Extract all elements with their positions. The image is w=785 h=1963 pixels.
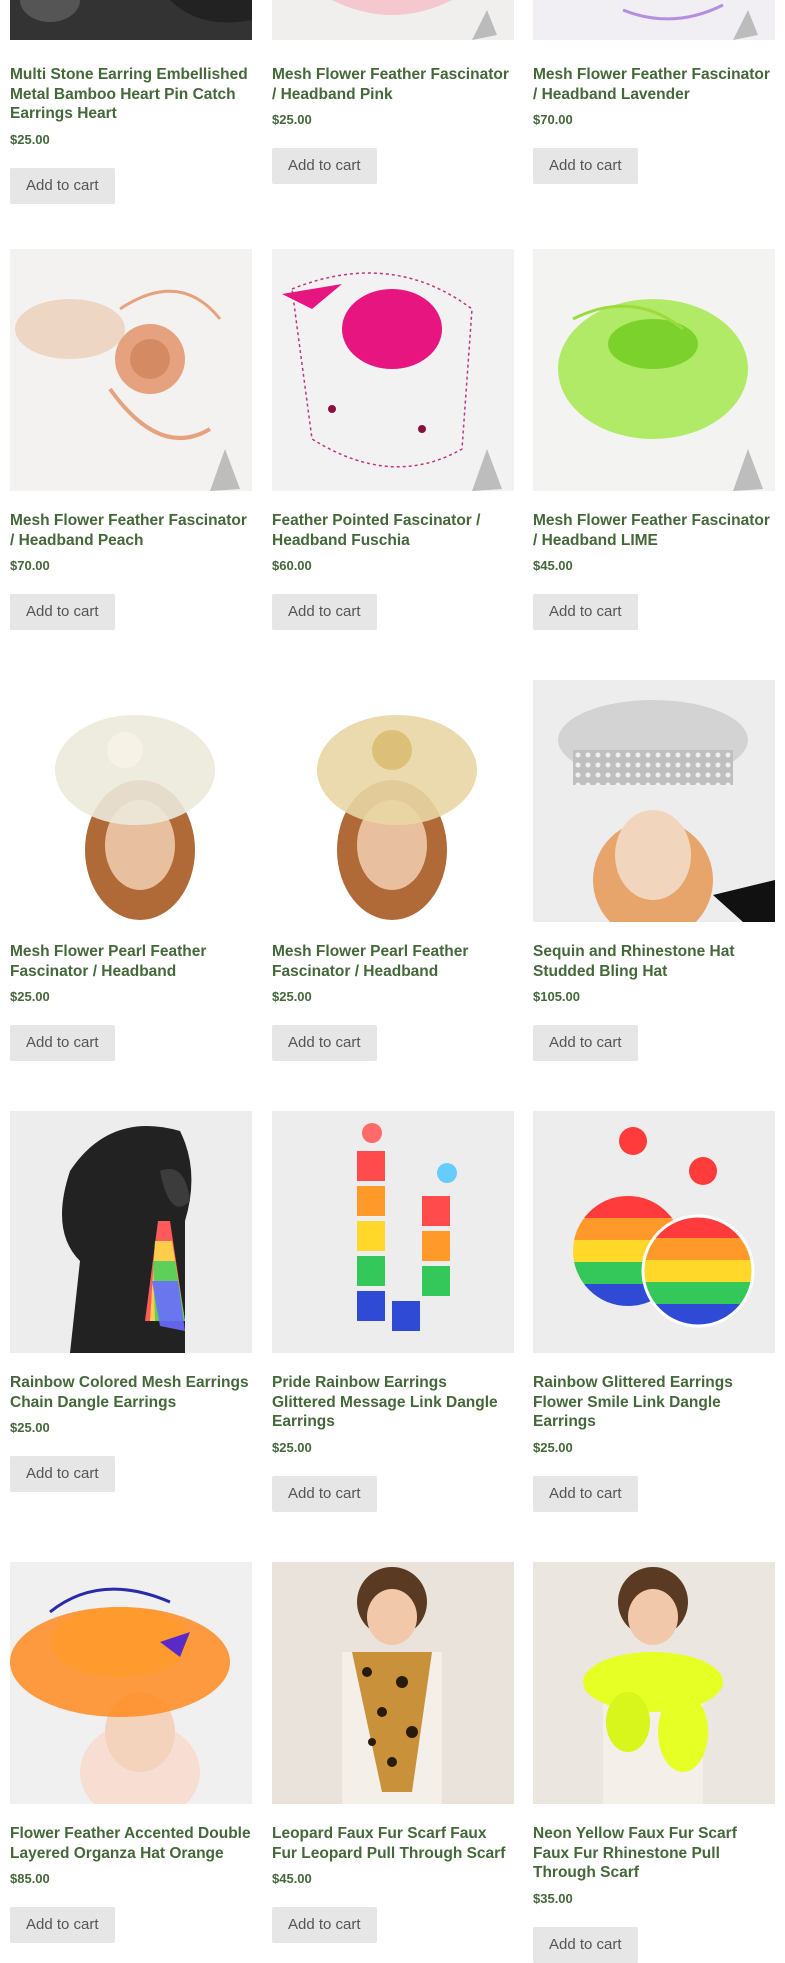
product-title[interactable]: Mesh Flower Feather Fascinator / Headban… <box>272 65 514 104</box>
product-image[interactable] <box>272 249 514 491</box>
product-image[interactable] <box>10 0 252 40</box>
product-title[interactable]: Mesh Flower Pearl Feather Fascinator / H… <box>272 942 514 981</box>
product-price: $85.00 <box>10 1871 50 1886</box>
product-card: Leopard Faux Fur Scarf Faux Fur Leopard … <box>272 1562 514 1943</box>
bust-image <box>10 0 252 40</box>
product-image[interactable] <box>272 680 514 922</box>
leopard-scarf-image <box>342 1567 442 1804</box>
product-image[interactable] <box>533 0 775 40</box>
product-card: Mesh Flower Feather Fascinator / Headban… <box>272 0 514 184</box>
product-card: Sequin and Rhinestone Hat Studded Bling … <box>533 680 775 1061</box>
product-title[interactable]: Leopard Faux Fur Scarf Faux Fur Leopard … <box>272 1824 514 1863</box>
product-card: Pride Rainbow Earrings Glittered Message… <box>272 1111 514 1512</box>
pride-earrings-image <box>357 1123 457 1331</box>
add-to-cart-button[interactable]: Add to cart <box>10 1025 115 1061</box>
product-price: $70.00 <box>10 558 50 573</box>
product-image[interactable] <box>533 680 775 922</box>
product-image[interactable] <box>272 1111 514 1353</box>
product-card: Mesh Flower Feather Fascinator / Headban… <box>10 249 252 630</box>
ivory-fascinator-image <box>55 715 215 920</box>
rainbow-smile-earrings-image <box>573 1127 755 1328</box>
add-to-cart-button[interactable]: Add to cart <box>10 1907 115 1943</box>
product-price: $25.00 <box>10 131 50 147</box>
rhinestone-hat-image <box>558 700 775 922</box>
product-image[interactable] <box>533 1562 775 1804</box>
product-title[interactable]: Sequin and Rhinestone Hat Studded Bling … <box>533 942 775 981</box>
product-price: $60.00 <box>272 558 312 573</box>
product-title[interactable]: Mesh Flower Pearl Feather Fascinator / H… <box>10 942 252 981</box>
add-to-cart-button[interactable]: Add to cart <box>10 1456 115 1492</box>
product-title[interactable]: Feather Pointed Fascinator / Headband Fu… <box>272 511 514 550</box>
product-card: Mesh Flower Pearl Feather Fascinator / H… <box>272 680 514 1061</box>
product-image[interactable] <box>533 1111 775 1353</box>
neon-yellow-scarf-image <box>583 1567 723 1804</box>
add-to-cart-button[interactable]: Add to cart <box>533 148 638 184</box>
add-to-cart-button[interactable]: Add to cart <box>272 1475 377 1512</box>
product-image[interactable] <box>533 249 775 491</box>
add-to-cart-button[interactable]: Add to cart <box>533 1025 638 1061</box>
product-title[interactable]: Neon Yellow Faux Fur Scarf Faux Fur Rhin… <box>533 1824 775 1883</box>
product-title[interactable]: Flower Feather Accented Double Layered O… <box>10 1824 252 1863</box>
product-price: $25.00 <box>10 1420 50 1435</box>
product-price: $45.00 <box>533 558 573 573</box>
add-to-cart-button[interactable]: Add to cart <box>10 594 115 630</box>
add-to-cart-button[interactable]: Add to cart <box>272 1025 377 1061</box>
product-card: Flower Feather Accented Double Layered O… <box>10 1562 252 1943</box>
add-to-cart-button[interactable]: Add to cart <box>272 594 377 630</box>
orange-organza-hat-image <box>10 1587 230 1804</box>
lime-fascinator-image <box>558 299 763 491</box>
add-to-cart-button[interactable]: Add to cart <box>533 1475 638 1512</box>
product-card: Mesh Flower Pearl Feather Fascinator / H… <box>10 680 252 1061</box>
product-image[interactable] <box>272 1562 514 1804</box>
product-image[interactable] <box>10 680 252 922</box>
pink-fascinator-image <box>272 0 514 40</box>
product-title[interactable]: Multi Stone Earring Embellished Metal Ba… <box>10 65 252 124</box>
product-price: $25.00 <box>533 1439 573 1455</box>
product-price: $45.00 <box>272 1871 312 1886</box>
product-title[interactable]: Mesh Flower Feather Fascinator / Headban… <box>533 65 775 104</box>
add-to-cart-button[interactable]: Add to cart <box>533 1926 638 1963</box>
product-title[interactable]: Pride Rainbow Earrings Glittered Message… <box>272 1373 514 1432</box>
product-title[interactable]: Mesh Flower Feather Fascinator / Headban… <box>533 511 775 550</box>
product-card: Rainbow Colored Mesh Earrings Chain Dang… <box>10 1111 252 1492</box>
product-title[interactable]: Mesh Flower Feather Fascinator / Headban… <box>10 511 252 550</box>
product-price: $25.00 <box>10 989 50 1004</box>
product-card: Multi Stone Earring Embellished Metal Ba… <box>10 0 252 204</box>
gold-fascinator-image <box>317 715 477 920</box>
product-image[interactable] <box>10 1562 252 1804</box>
product-card: Neon Yellow Faux Fur Scarf Faux Fur Rhin… <box>533 1562 775 1963</box>
add-to-cart-button[interactable]: Add to cart <box>272 1907 377 1943</box>
product-price: $25.00 <box>272 1439 312 1455</box>
product-card: Mesh Flower Feather Fascinator / Headban… <box>533 249 775 630</box>
add-to-cart-button[interactable]: Add to cart <box>533 594 638 630</box>
add-to-cart-button[interactable]: Add to cart <box>272 148 377 184</box>
lavender-fascinator-image <box>533 0 775 40</box>
product-title[interactable]: Rainbow Colored Mesh Earrings Chain Dang… <box>10 1373 252 1412</box>
add-to-cart-button[interactable]: Add to cart <box>10 167 115 204</box>
peach-fascinator-image <box>15 289 240 491</box>
product-price: $70.00 <box>533 112 573 127</box>
product-image[interactable] <box>10 249 252 491</box>
product-grid: Multi Stone Earring Embellished Metal Ba… <box>0 0 785 1963</box>
product-price: $35.00 <box>533 1890 573 1906</box>
product-price: $25.00 <box>272 112 312 127</box>
product-price: $25.00 <box>272 989 312 1004</box>
fuschia-fascinator-image <box>282 272 502 491</box>
product-price: $105.00 <box>533 989 580 1004</box>
product-image[interactable] <box>272 0 514 40</box>
product-image[interactable] <box>10 1111 252 1353</box>
product-title[interactable]: Rainbow Glittered Earrings Flower Smile … <box>533 1373 775 1432</box>
product-card: Feather Pointed Fascinator / Headband Fu… <box>272 249 514 630</box>
product-card: Rainbow Glittered Earrings Flower Smile … <box>533 1111 775 1512</box>
product-card: Mesh Flower Feather Fascinator / Headban… <box>533 0 775 184</box>
rainbow-mesh-earring-image <box>62 1126 192 1353</box>
